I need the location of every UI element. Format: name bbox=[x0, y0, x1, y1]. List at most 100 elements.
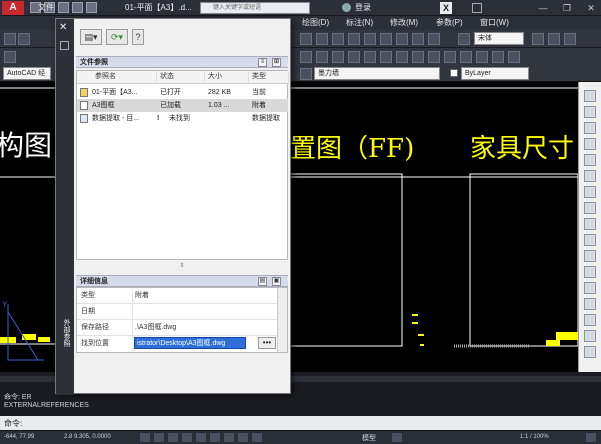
toolbar-icon[interactable] bbox=[412, 51, 424, 63]
restore-button[interactable]: ❐ bbox=[559, 2, 575, 14]
erase-icon[interactable] bbox=[584, 90, 596, 102]
explode-icon[interactable] bbox=[584, 330, 596, 342]
save-icon[interactable] bbox=[58, 2, 69, 13]
toolbar-icon[interactable] bbox=[396, 33, 408, 45]
toolbar-icon[interactable] bbox=[348, 33, 360, 45]
toolbar-icon[interactable] bbox=[428, 33, 440, 45]
preview-view-icon[interactable]: ▣ bbox=[272, 277, 281, 286]
palette-close-icon[interactable]: ✕ bbox=[59, 22, 67, 33]
osnap-toggle-icon[interactable] bbox=[196, 433, 206, 442]
toolbar-icon[interactable] bbox=[476, 51, 488, 63]
table-row[interactable]: 01-平面【A3... 已打开 282 KB 当前 bbox=[77, 86, 288, 99]
trim-icon[interactable] bbox=[584, 234, 596, 246]
fullscreen-icon[interactable] bbox=[586, 433, 596, 442]
column-header-type[interactable]: 类型 bbox=[249, 71, 289, 84]
refresh-button[interactable]: ⟳▾ bbox=[106, 29, 128, 45]
search-input[interactable]: 键入关键字或短语 bbox=[200, 2, 310, 14]
chamfer-icon[interactable] bbox=[584, 298, 596, 310]
menu-modify[interactable]: 修改(M) bbox=[390, 17, 418, 28]
dyn-toggle-icon[interactable] bbox=[238, 433, 248, 442]
toolbar-icon[interactable] bbox=[380, 51, 392, 63]
toolbar-icon[interactable] bbox=[300, 33, 312, 45]
polar-toggle-icon[interactable] bbox=[182, 433, 192, 442]
font-select[interactable]: 宋体 bbox=[474, 32, 524, 45]
menu-file[interactable]: 文件 bbox=[38, 2, 54, 13]
toolbar-icon[interactable] bbox=[316, 51, 328, 63]
table-row[interactable]: 数据提取 - 目... ! 未找到 数据提取 bbox=[77, 112, 288, 125]
toolbar-icon[interactable] bbox=[428, 51, 440, 63]
exchange-icon[interactable]: X bbox=[440, 2, 452, 14]
menu-parametric[interactable]: 参数(P) bbox=[436, 17, 463, 28]
toolbar-icon[interactable] bbox=[564, 33, 576, 45]
column-header-name[interactable]: 参照名 bbox=[77, 71, 157, 84]
command-input[interactable]: 命令: bbox=[0, 416, 601, 430]
found-at-input[interactable]: istrator\Desktop\A3图框.dwg bbox=[134, 337, 246, 349]
toolbar-icon[interactable] bbox=[380, 33, 392, 45]
browse-button[interactable]: ••• bbox=[258, 337, 276, 349]
workspace-select[interactable]: AutoCAD 经 bbox=[3, 67, 51, 80]
ortho-toggle-icon[interactable] bbox=[168, 433, 178, 442]
list-view-icon[interactable]: ≡ bbox=[258, 58, 267, 67]
toolbar-icon[interactable] bbox=[364, 33, 376, 45]
autocad-logo-icon[interactable]: A bbox=[2, 1, 24, 15]
toolbar-icon[interactable] bbox=[508, 51, 520, 63]
login-button[interactable]: 登录 bbox=[355, 2, 371, 13]
fillet-icon[interactable] bbox=[584, 314, 596, 326]
menu-window[interactable]: 窗口(W) bbox=[480, 17, 509, 28]
column-header-status[interactable]: 状态 bbox=[157, 71, 205, 84]
toolbar-icon[interactable] bbox=[532, 33, 544, 45]
text-style-icon[interactable] bbox=[458, 33, 470, 45]
details-view-icon[interactable]: ▤ bbox=[258, 277, 267, 286]
extend-icon[interactable] bbox=[584, 250, 596, 262]
help-button[interactable]: ? bbox=[132, 29, 144, 45]
undo-icon[interactable] bbox=[86, 2, 97, 13]
toolbar-icon[interactable] bbox=[4, 51, 16, 63]
toolbar-icon[interactable] bbox=[348, 51, 360, 63]
table-row[interactable]: A3图框 已加载 1.03 ... 附着 bbox=[77, 99, 288, 112]
attach-dwg-button[interactable]: ▤▾ bbox=[80, 29, 102, 45]
snap-toggle-icon[interactable] bbox=[154, 433, 164, 442]
toolbar-icon[interactable] bbox=[4, 33, 16, 45]
toolbar-icon[interactable] bbox=[332, 51, 344, 63]
color-select[interactable]: ByLayer bbox=[461, 67, 529, 80]
stretch-icon[interactable] bbox=[584, 218, 596, 230]
mirror-icon[interactable] bbox=[584, 122, 596, 134]
otrack-toggle-icon[interactable] bbox=[210, 433, 220, 442]
help-icon[interactable] bbox=[472, 3, 482, 13]
panel-splitter[interactable]: ⇕ bbox=[76, 261, 288, 271]
toolbar-icon[interactable] bbox=[300, 51, 312, 63]
toolbar-icon[interactable] bbox=[316, 33, 328, 45]
tree-view-icon[interactable]: ⊞ bbox=[272, 58, 281, 67]
toolbar-icon[interactable] bbox=[396, 51, 408, 63]
layer-select[interactable]: 墨力墙 bbox=[314, 67, 440, 80]
toolbar-icon[interactable] bbox=[492, 51, 504, 63]
rotate-icon[interactable] bbox=[584, 186, 596, 198]
details-scrollbar[interactable] bbox=[277, 288, 287, 352]
detail-value[interactable]: .\A3图框.dwg bbox=[135, 320, 176, 336]
minimize-button[interactable]: — bbox=[535, 2, 551, 14]
detail-value[interactable]: 附着 bbox=[135, 288, 149, 304]
array-icon[interactable] bbox=[584, 154, 596, 166]
lineweight-toggle-icon[interactable] bbox=[252, 433, 262, 442]
scale-icon[interactable] bbox=[584, 202, 596, 214]
toolbar-icon[interactable] bbox=[460, 51, 472, 63]
toolbar-icon[interactable] bbox=[548, 33, 560, 45]
model-space-button[interactable]: 模型 bbox=[362, 433, 376, 443]
toolbar-icon[interactable] bbox=[332, 33, 344, 45]
palette-title-strip[interactable]: ✕ 外部参照 bbox=[56, 19, 74, 395]
grid-toggle-icon[interactable] bbox=[140, 433, 150, 442]
close-button[interactable]: ✕ bbox=[583, 2, 599, 14]
break-icon[interactable] bbox=[584, 266, 596, 278]
toolbar-icon[interactable] bbox=[18, 33, 30, 45]
join-icon[interactable] bbox=[584, 282, 596, 294]
palette-properties-icon[interactable] bbox=[60, 41, 69, 50]
toolbar-icon[interactable] bbox=[364, 51, 376, 63]
menu-draw[interactable]: 绘图(D) bbox=[302, 17, 329, 28]
menu-dimension[interactable]: 标注(N) bbox=[346, 17, 373, 28]
annotation-scale[interactable]: 1:1 / 100% bbox=[520, 434, 549, 440]
toolbar-icon[interactable] bbox=[444, 51, 456, 63]
copy-icon[interactable] bbox=[584, 106, 596, 118]
move-icon[interactable] bbox=[584, 170, 596, 182]
offset-icon[interactable] bbox=[584, 138, 596, 150]
layer-icon[interactable] bbox=[300, 68, 312, 80]
